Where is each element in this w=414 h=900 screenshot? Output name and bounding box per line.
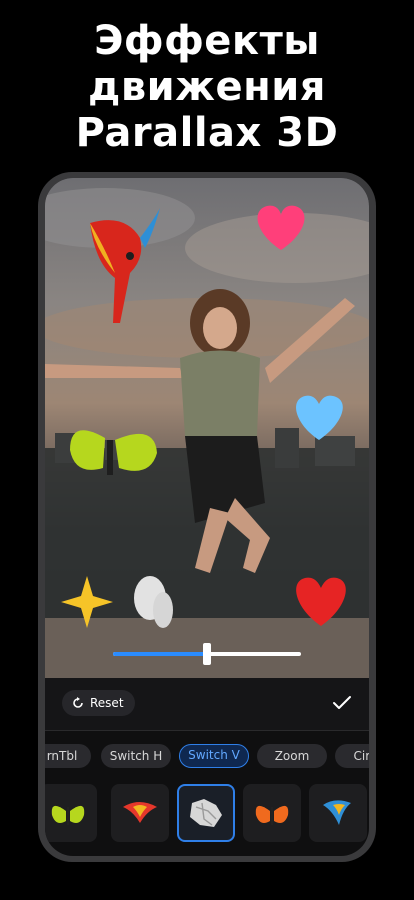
- effect-chips-row: rnTbl Switch H Switch V Zoom Circ: [45, 738, 369, 774]
- sticker-thumb-active[interactable]: [177, 784, 235, 842]
- promo-headline: Эффекты движения Parallax 3D: [0, 18, 414, 156]
- effect-intensity-slider[interactable]: [113, 643, 301, 665]
- photo-canvas[interactable]: [45, 178, 369, 678]
- confirm-button[interactable]: [329, 690, 355, 716]
- sticker-thumb[interactable]: [111, 784, 169, 842]
- reset-label: Reset: [90, 696, 124, 710]
- headline-line-3: Parallax 3D: [75, 110, 339, 156]
- parrot-icon: [323, 800, 351, 825]
- parrot-icon: [123, 802, 157, 823]
- chip-effect[interactable]: Circ: [335, 744, 369, 768]
- reset-button[interactable]: Reset: [62, 690, 135, 716]
- phone-screen: Reset rnTbl Switch H Switch V Zoom Circ: [45, 178, 369, 856]
- butterfly-icon: [255, 805, 289, 825]
- phone-frame: Reset rnTbl Switch H Switch V Zoom Circ: [38, 172, 376, 862]
- sticker-thumb[interactable]: [45, 784, 97, 842]
- chip-effect[interactable]: Zoom: [257, 744, 327, 768]
- headline-line-2: движения: [88, 64, 326, 110]
- sticker-thumb[interactable]: [309, 784, 367, 842]
- headline-line-1: Эффекты: [94, 18, 320, 64]
- slider-fill: [113, 652, 207, 656]
- sticker-thumbnails-row: [45, 784, 369, 846]
- butterfly-icon: [51, 805, 85, 825]
- checkmark-icon: [333, 696, 351, 709]
- editor-toolbar: Reset: [45, 678, 369, 731]
- reset-icon: [73, 697, 83, 708]
- chip-effect[interactable]: Switch H: [101, 744, 171, 768]
- sticker-thumb[interactable]: [243, 784, 301, 842]
- chip-effect[interactable]: rnTbl: [45, 744, 91, 768]
- slider-thumb[interactable]: [203, 643, 211, 665]
- photo-scene: [45, 188, 369, 678]
- chip-effect-active[interactable]: Switch V: [179, 744, 249, 768]
- crumpled-paper-icon: [190, 799, 222, 827]
- blue-heart-sticker[interactable]: [296, 395, 343, 440]
